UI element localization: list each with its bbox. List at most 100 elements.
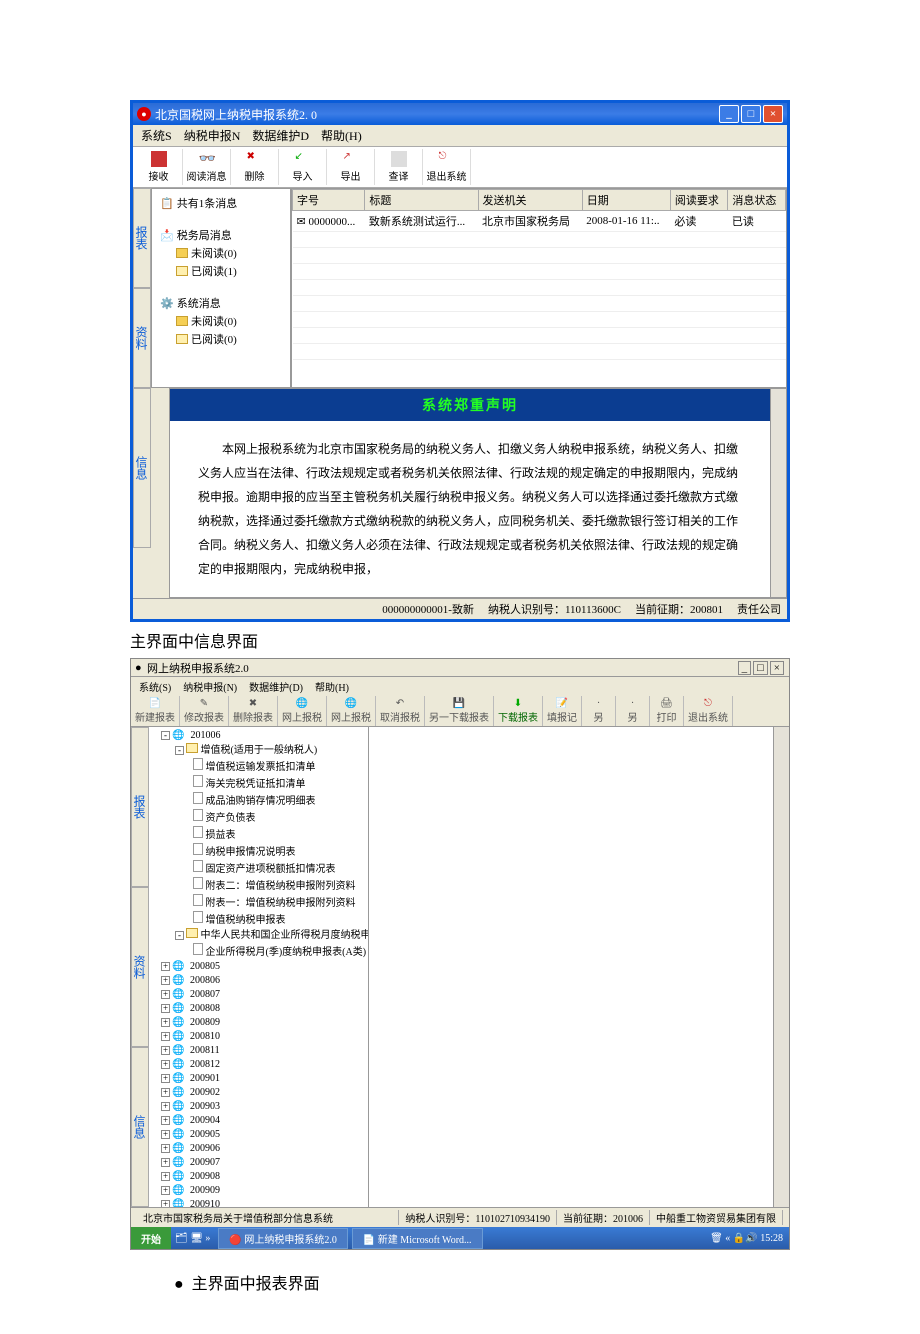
tree-period[interactable]: +🌐 200901 <box>151 1072 366 1086</box>
tree-period[interactable]: +🌐 200906 <box>151 1142 366 1156</box>
tree-period[interactable]: +🌐 200812 <box>151 1058 366 1072</box>
tb2-del[interactable]: ✖删除报表 <box>229 696 278 726</box>
tree-sys-group[interactable]: ⚙️ 系统消息 <box>160 295 286 311</box>
table-row[interactable]: ✉ 0000000... 致新系统测试运行... 北京市国家税务局 2008-0… <box>293 211 786 232</box>
minimize-button[interactable]: _ <box>719 105 739 123</box>
side-tab-data[interactable]: 资料 <box>133 288 151 388</box>
tree-report-item[interactable]: 海关完税凭证抵扣清单 <box>151 775 366 792</box>
tree-report-item[interactable]: 增值税运输发票抵扣清单 <box>151 758 366 775</box>
tree-report-item[interactable]: 成品油购销存情况明细表 <box>151 792 366 809</box>
tb2-download[interactable]: ⬇下载报表 <box>494 696 543 726</box>
col-title[interactable]: 标题 <box>365 190 478 211</box>
col-num[interactable]: 字号 <box>293 190 365 211</box>
col-date[interactable]: 日期 <box>582 190 670 211</box>
tb2-print[interactable]: 🖨打印 <box>650 696 684 726</box>
tree-report-item[interactable]: 附表一：增值税纳税申报附列资料 <box>151 894 366 911</box>
tb2-online2[interactable]: 🌐网上报税 <box>327 696 376 726</box>
col-org[interactable]: 发送机关 <box>478 190 582 211</box>
tree-sys-read[interactable]: 已阅读(0) <box>176 331 286 347</box>
tree-report-item[interactable]: 增值税纳税申报表 <box>151 911 366 928</box>
side-tab-report[interactable]: 报表 <box>133 188 151 288</box>
tree-tax-group[interactable]: 📩 税务局消息 <box>160 227 286 243</box>
tree-report-item[interactable]: 资产负债表 <box>151 809 366 826</box>
tree-period[interactable]: +🌐 200910 <box>151 1198 366 1207</box>
maximize-button[interactable]: □ <box>741 105 761 123</box>
col-status[interactable]: 消息状态 <box>728 190 786 211</box>
tree-report-item[interactable]: 固定资产进项税额抵扣情况表 <box>151 860 366 877</box>
tb-delete[interactable]: ✖删除 <box>231 149 279 185</box>
tb2-cancel[interactable]: ↶取消报税 <box>376 696 425 726</box>
col-req[interactable]: 阅读要求 <box>670 190 728 211</box>
side-tab-info[interactable]: 信息 <box>133 388 151 548</box>
taskbar-item-app[interactable]: 🔴 网上纳税申报系统2.0 <box>218 1228 347 1249</box>
tree-period[interactable]: +🌐 200905 <box>151 1128 366 1142</box>
status-record: 000000000001-致新 <box>382 601 474 617</box>
tree-period[interactable]: +🌐 200907 <box>151 1156 366 1170</box>
tb2-new[interactable]: 📄新建报表 <box>131 696 180 726</box>
titlebar[interactable]: ● 北京国税网上纳税申报系统2. 0 _ □ × <box>133 103 787 125</box>
tb2-save-dl[interactable]: 💾另一下载报表 <box>425 696 494 726</box>
tb2-exit[interactable]: ⎋退出系统 <box>684 696 733 726</box>
menu-help[interactable]: 帮助(H) <box>321 127 362 144</box>
tb-import[interactable]: ↙导入 <box>279 149 327 185</box>
tree-period-selected[interactable]: -🌐201006 <box>151 729 366 743</box>
menu2-data[interactable]: 数据维护(D) <box>249 679 303 694</box>
bullet-caption: ● 主界面中报表界面 <box>174 1270 790 1294</box>
tree-period[interactable]: +🌐 200902 <box>151 1086 366 1100</box>
tb-export[interactable]: ↗导出 <box>327 149 375 185</box>
tree-report-item[interactable]: 损益表 <box>151 826 366 843</box>
tb2-other2[interactable]: ·另 <box>616 696 650 726</box>
tree-root[interactable]: 📋 共有1条消息 <box>160 195 286 211</box>
tb2-edit[interactable]: ✎修改报表 <box>180 696 229 726</box>
side2-tab-data[interactable]: 资料 <box>131 887 149 1047</box>
tree-sys-unread[interactable]: 未阅读(0) <box>176 313 286 329</box>
tree-period[interactable]: +🌐 200807 <box>151 988 366 1002</box>
tree-period[interactable]: +🌐 200811 <box>151 1044 366 1058</box>
menu2-help[interactable]: 帮助(H) <box>315 679 349 694</box>
scrollbar[interactable] <box>770 389 786 597</box>
tree-tax-read[interactable]: 已阅读(1) <box>176 263 286 279</box>
tb-read[interactable]: 👓阅读消息 <box>183 149 231 185</box>
tb2-online1[interactable]: 🌐网上报税 <box>278 696 327 726</box>
tb-receive[interactable]: 接收 <box>135 149 183 185</box>
titlebar2[interactable]: ● 网上纳税申报系统2.0 _ □ × <box>131 659 789 677</box>
quick-launch[interactable]: 🗂 🖥 » <box>171 1233 214 1244</box>
tree-period[interactable]: +🌐 200810 <box>151 1030 366 1044</box>
tb-query[interactable]: 查译 <box>375 149 423 185</box>
tree-period[interactable]: +🌐 200904 <box>151 1114 366 1128</box>
system-tray[interactable]: 🗑 « 🔒🔊 15:28 <box>704 1233 789 1244</box>
taskbar-item-word[interactable]: 📄 新建 Microsoft Word... <box>352 1228 483 1249</box>
tree-period[interactable]: +🌐 200809 <box>151 1016 366 1030</box>
close-button[interactable]: × <box>763 105 783 123</box>
tree-income-group[interactable]: - 中华人民共和国企业所得税月度纳税申报表(A类) <box>151 928 366 943</box>
close-button-2[interactable]: × <box>770 661 784 675</box>
tree-period[interactable]: +🌐 200805 <box>151 960 366 974</box>
tree-period[interactable]: +🌐 200808 <box>151 1002 366 1016</box>
tree-period[interactable]: +🌐 200908 <box>151 1170 366 1184</box>
menu2-system[interactable]: 系统(S) <box>139 679 171 694</box>
statusbar: 000000000001-致新 纳税人识别号：110113600C 当前征期：2… <box>133 598 787 619</box>
tree-period[interactable]: +🌐 200903 <box>151 1100 366 1114</box>
minimize-button-2[interactable]: _ <box>738 661 752 675</box>
scrollbar-2[interactable] <box>773 727 789 1207</box>
tree-tax-unread[interactable]: 未阅读(0) <box>176 245 286 261</box>
tree-income-item[interactable]: 企业所得税月(季)度纳税申报表(A类) <box>151 943 366 960</box>
maximize-button-2[interactable]: □ <box>753 661 768 675</box>
start-button[interactable]: 开始 <box>131 1227 171 1249</box>
menu-data[interactable]: 数据维护D <box>252 127 309 144</box>
message-tree: 📋 共有1条消息 📩 税务局消息 未阅读(0) 已阅读(1) ⚙️ 系统消息 未… <box>151 188 291 388</box>
tb2-fill[interactable]: 📝填报记 <box>543 696 582 726</box>
tree-report-item[interactable]: 附表二：增值税纳税申报附列资料 <box>151 877 366 894</box>
menu-declare[interactable]: 纳税申报N <box>184 127 241 144</box>
status2-company: 中船重工物资贸易集团有限 <box>650 1210 783 1225</box>
tb-exit[interactable]: ⎋退出系统 <box>423 149 471 185</box>
tree-period[interactable]: +🌐 200909 <box>151 1184 366 1198</box>
menu-system[interactable]: 系统S <box>141 127 172 144</box>
tb2-other1[interactable]: ·另 <box>582 696 616 726</box>
side2-tab-info[interactable]: 信息 <box>131 1047 149 1207</box>
tree-report-item[interactable]: 纳税申报情况说明表 <box>151 843 366 860</box>
tree-period[interactable]: +🌐 200806 <box>151 974 366 988</box>
menu2-declare[interactable]: 纳税申报(N) <box>183 679 237 694</box>
tree-vat-group[interactable]: - 增值税(适用于一般纳税人) <box>151 743 366 758</box>
side2-tab-report[interactable]: 报表 <box>131 727 149 887</box>
